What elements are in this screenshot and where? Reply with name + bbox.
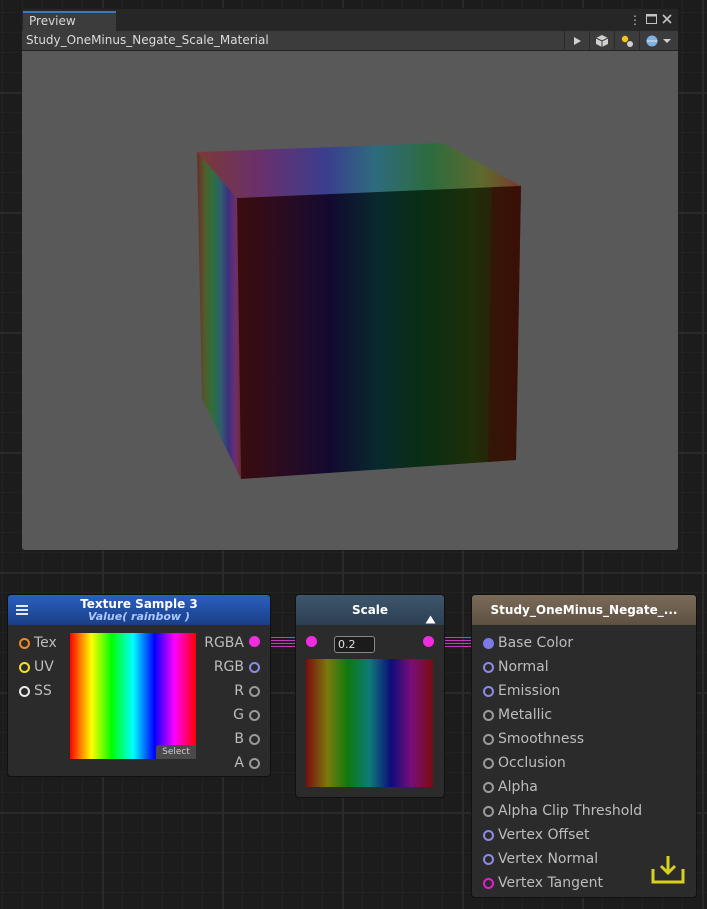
metallic-port[interactable] — [483, 710, 494, 721]
output-node[interactable]: Study_OneMinus_Negate_... Base Color Nor… — [471, 594, 697, 898]
metallic-label: Metallic — [498, 707, 553, 723]
r-output-port[interactable] — [249, 686, 260, 697]
vertex-tangent-port[interactable] — [483, 878, 494, 889]
output-header[interactable]: Study_OneMinus_Negate_... — [472, 595, 696, 625]
scale-input-port[interactable] — [306, 636, 317, 647]
occlusion-port[interactable] — [483, 758, 494, 769]
tex-input-label: Tex — [34, 635, 57, 651]
vertex-offset-label: Vertex Offset — [498, 827, 590, 843]
cube-mesh-icon[interactable] — [589, 31, 614, 50]
rgb-output-label: RGB — [213, 659, 244, 675]
vertex-tangent-label: Vertex Tangent — [498, 875, 603, 891]
ss-input-port[interactable] — [19, 686, 30, 697]
occlusion-label: Occlusion — [498, 755, 566, 771]
save-output-icon[interactable] — [650, 853, 686, 889]
scale-header[interactable]: Scale — [296, 595, 444, 625]
alpha-clip-threshold-label: Alpha Clip Threshold — [498, 803, 643, 819]
preview-window: Preview ⋮ Study_OneMinus_Negate_Scale_Ma… — [21, 8, 679, 551]
ss-input-label: SS — [34, 683, 52, 699]
texture-sample-node[interactable]: Texture Sample 3 Value( rainbow ) Tex UV… — [7, 594, 271, 777]
b-output-port[interactable] — [249, 734, 260, 745]
dropdown-icon — [663, 38, 671, 43]
tex-input-port[interactable] — [19, 638, 30, 649]
uv-input-label: UV — [34, 659, 54, 675]
node-title: Texture Sample 3 — [80, 597, 198, 611]
normal-label: Normal — [498, 659, 549, 675]
close-icon[interactable] — [660, 11, 674, 29]
node-title: Study_OneMinus_Negate_... — [490, 603, 678, 617]
a-output-port[interactable] — [249, 758, 260, 769]
preview-viewport[interactable] — [22, 51, 678, 550]
texture-sample-header[interactable]: Texture Sample 3 Value( rainbow ) — [8, 595, 270, 625]
select-button[interactable]: Select — [156, 745, 196, 759]
node-title: Scale — [351, 603, 389, 617]
scale-value-field[interactable]: 0.2 — [334, 636, 375, 653]
g-output-label: G — [233, 707, 244, 723]
b-output-label: B — [234, 731, 244, 747]
collapse-preview-icon[interactable] — [425, 605, 436, 635]
lighting-icon[interactable] — [614, 31, 639, 50]
vertex-normal-label: Vertex Normal — [498, 851, 599, 867]
emission-port[interactable] — [483, 686, 494, 697]
vertex-normal-port[interactable] — [483, 854, 494, 865]
g-output-port[interactable] — [249, 710, 260, 721]
vertex-offset-port[interactable] — [483, 830, 494, 841]
r-output-label: R — [234, 683, 244, 699]
rgb-output-port[interactable] — [249, 662, 260, 673]
a-output-label: A — [234, 755, 244, 771]
smoothness-label: Smoothness — [498, 731, 585, 747]
more-options-icon[interactable]: ⋮ — [628, 11, 642, 29]
scale-node[interactable]: Scale 0.2 — [295, 594, 445, 798]
uv-input-port[interactable] — [19, 662, 30, 673]
material-name: Study_OneMinus_Negate_Scale_Material — [26, 33, 269, 47]
tab-preview[interactable]: Preview — [23, 11, 116, 31]
smoothness-port[interactable] — [483, 734, 494, 745]
preview-tab-bar: Preview ⋮ — [22, 9, 678, 31]
rgba-output-label: RGBA — [204, 635, 244, 651]
scale-preview-thumbnail — [306, 659, 433, 787]
emission-label: Emission — [498, 683, 561, 699]
alpha-port[interactable] — [483, 782, 494, 793]
cube-render — [197, 143, 521, 479]
node-subtitle: Value( rainbow ) — [88, 610, 190, 623]
alpha-clip-threshold-port[interactable] — [483, 806, 494, 817]
normal-port[interactable] — [483, 662, 494, 673]
sphere-icon[interactable] — [639, 31, 678, 50]
rgba-output-port[interactable] — [249, 636, 260, 647]
alpha-label: Alpha — [498, 779, 538, 795]
play-icon[interactable] — [564, 31, 589, 50]
maximize-icon[interactable] — [644, 11, 658, 29]
preview-toolbar: Study_OneMinus_Negate_Scale_Material — [22, 31, 678, 51]
scale-output-port[interactable] — [423, 636, 434, 647]
base-color-port[interactable] — [483, 638, 494, 649]
base-color-label: Base Color — [498, 635, 574, 651]
texture-thumbnail[interactable]: Select — [70, 633, 196, 759]
